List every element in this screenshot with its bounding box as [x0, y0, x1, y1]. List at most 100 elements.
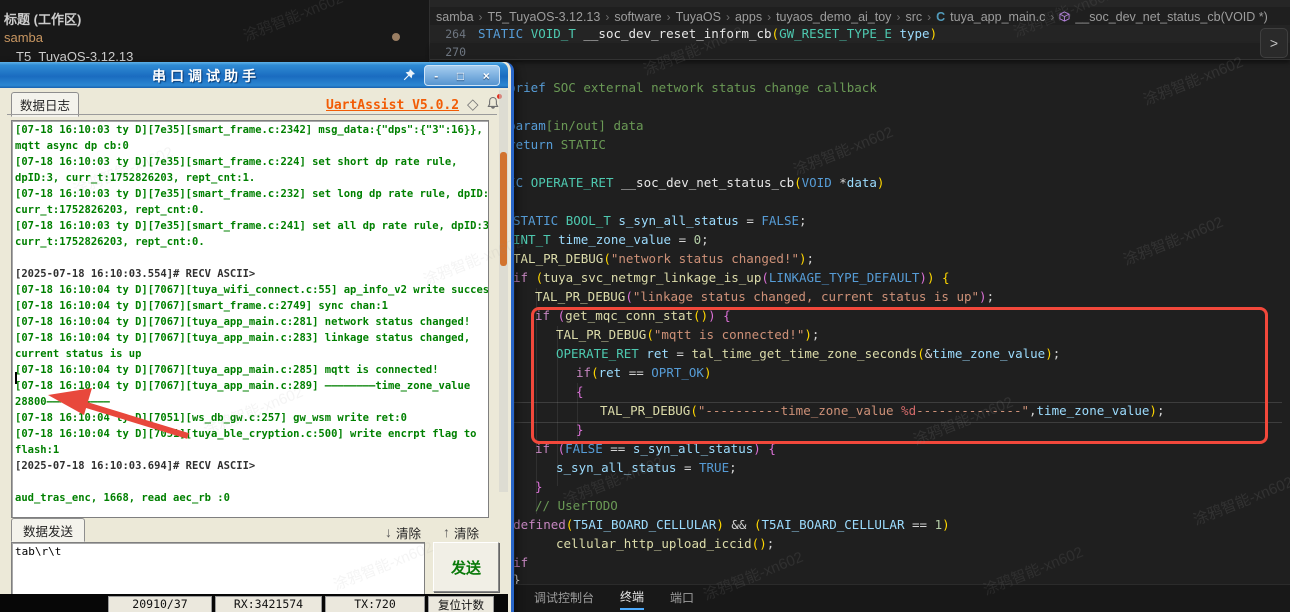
code-token: 1 [934, 517, 943, 532]
panel-tab-inactive[interactable]: 调试控制台 [534, 589, 594, 609]
code-token: } [535, 479, 543, 494]
code-token: = [746, 213, 762, 228]
code-token: tuya_svc_netmgr_linkage_is_up [543, 270, 762, 285]
diamond-icon[interactable]: ◇ [467, 95, 479, 113]
code-token: OPERATE_RET [530, 175, 621, 190]
code-token: time_zone_value [558, 232, 679, 247]
clear-recv-button[interactable]: ↓ 清除 [385, 522, 421, 542]
code-token: defined [513, 517, 566, 532]
code-token: ; [986, 289, 995, 304]
log-line: [2025-07-18 16:10:03.554]# RECV ASCII> [15, 268, 256, 280]
code-token: SOC external network status change callb… [545, 80, 877, 95]
code-line: // UserTODO [535, 497, 618, 515]
reset-count-button[interactable]: 复位计数 [428, 596, 494, 612]
code-line: INT_T time_zone_value = 0; [513, 231, 709, 249]
code-token: ) [759, 536, 767, 551]
code-token: TAL_PR_DEBUG [513, 251, 604, 266]
close-button[interactable]: × [483, 69, 490, 83]
code-token: "network status changed!" [610, 251, 799, 266]
code-token: ; [806, 251, 815, 266]
code-token: // UserTODO [535, 498, 618, 513]
code-token: { [934, 270, 950, 285]
code-token: = [683, 460, 699, 475]
scrollbar-thumb-orange[interactable] [500, 152, 507, 266]
code-line: #if defined(T5AI_BOARD_CELLULAR) && (T5A… [483, 516, 950, 534]
code-line: s_syn_all_status = TRUE; [556, 459, 737, 477]
code-token: T5AI_BOARD_CELLULAR [761, 517, 913, 532]
code-token: ( [761, 270, 769, 285]
send-button[interactable]: 发送 [433, 542, 499, 592]
code-token: "linkage status changed, current status … [632, 289, 980, 304]
code-token: __soc_dev_net_status_cb [621, 175, 795, 190]
log-line: [07-18 16:10:03 ty D][7e35][smart_frame.… [15, 220, 489, 232]
window-controls: - □ × [424, 65, 500, 86]
code-token: TRUE [699, 460, 730, 475]
scrollbar-track[interactable] [499, 90, 508, 492]
serial-assistant-window: 串口调试助手 - □ × 数据日志 UartAssist V5.0.2 ◇ [0… [0, 62, 514, 612]
arrow-down-icon: ↓ [385, 524, 392, 540]
code-token: LINKAGE_TYPE_DEFAULT [768, 270, 920, 285]
code-token: TAL_PR_DEBUG [535, 289, 626, 304]
tab-data-send[interactable]: 数据发送 [11, 518, 85, 542]
code-token: STATIC [553, 137, 606, 152]
log-line: [07-18 16:10:04 ty D][7067][tuya_app_mai… [15, 364, 439, 376]
code-token: cellular_http_upload_iccid [556, 536, 752, 551]
log-line: [07-18 16:10:04 ty D][7051][tuya_ble_cry… [15, 428, 477, 440]
pin-icon [403, 68, 415, 80]
log-line: current status is up [15, 348, 142, 360]
code-line: STATIC BOOL_T s_syn_all_status = FALSE; [513, 212, 807, 230]
log-line: [2025-07-18 16:10:03.694]# RECV ASCII> [15, 460, 256, 472]
log-line: curr_t:1752826203, rept_cnt:0. [15, 236, 205, 248]
status-counter: RX:3421574 [215, 596, 322, 612]
code-token: ; [729, 460, 737, 475]
code-token: s_syn_all_status [618, 213, 747, 228]
log-line: [07-18 16:10:04 ty D][7067][tuya_app_mai… [15, 316, 471, 328]
code-token: ) [876, 175, 885, 190]
log-line: [07-18 16:10:04 ty D][7051][ws_db_gw.c:2… [15, 412, 407, 424]
code-token: ( [625, 289, 633, 304]
red-annotation-rectangle [531, 307, 1268, 444]
code-token: ( [535, 270, 544, 285]
log-line: [07-18 16:10:04 ty D][7067][tuya_app_mai… [15, 380, 471, 392]
window-titlebar[interactable]: 串口调试助手 - □ × [0, 62, 508, 88]
code-token: BOOL_T [565, 213, 619, 228]
code-token: ( [794, 175, 802, 190]
log-line: dpID:3, curr_t:1752826203, rept_cnt:1. [15, 172, 256, 184]
code-token: s_syn_all_status [556, 460, 684, 475]
code-token: FALSE [761, 213, 800, 228]
arrow-up-icon: ↑ [443, 524, 450, 540]
code-token: INT_T [513, 232, 559, 247]
send-input[interactable]: tab\r\t [11, 542, 425, 596]
serial-log-area[interactable]: [07-18 16:10:03 ty D][7e35][smart_frame.… [11, 120, 489, 518]
code-token: ( [753, 517, 762, 532]
code-token: VOID [801, 175, 840, 190]
clear-label: 清除 [454, 526, 480, 541]
log-line: flash:1 [15, 444, 60, 456]
log-line: 28800—————————— [15, 396, 110, 408]
code-line: STATIC OPERATE_RET __soc_dev_net_status_… [478, 174, 884, 192]
code-token: ) [942, 517, 950, 532]
code-line: TAL_PR_DEBUG("network status changed!"); [513, 250, 814, 268]
code-line: * @brief SOC external network status cha… [478, 79, 877, 97]
code-token: ; [701, 232, 709, 247]
minimize-button[interactable]: - [434, 69, 438, 83]
panel-tab-inactive[interactable]: 端口 [670, 589, 694, 609]
status-counter: 20910/37 [108, 596, 212, 612]
code-token: ( [603, 251, 611, 266]
log-line: mqtt async dp cb:0 [15, 140, 129, 152]
panel-tab-active[interactable]: 终端 [620, 588, 645, 610]
pin-button[interactable] [398, 65, 420, 84]
code-line: if (tuya_svc_netmgr_linkage_is_up(LINKAG… [513, 269, 950, 287]
status-counter: TX:720 [325, 596, 425, 612]
maximize-button[interactable]: □ [457, 69, 464, 83]
code-token: ; [799, 213, 807, 228]
uartassist-version-link[interactable]: UartAssist V5.0.2 [326, 98, 459, 113]
tab-divider [7, 114, 497, 115]
bottom-panel-tabbar: 调试控制台 终端 端口 [508, 584, 1290, 612]
chevron-right-icon: > [1269, 35, 1279, 51]
log-line: [07-18 16:10:04 ty D][7067][tuya_app_mai… [15, 332, 471, 344]
sticky-expand-button[interactable]: > [1260, 28, 1288, 58]
code-token: ) [799, 251, 807, 266]
code-token: * [839, 175, 847, 190]
clear-send-button[interactable]: ↑ 清除 [443, 522, 479, 542]
